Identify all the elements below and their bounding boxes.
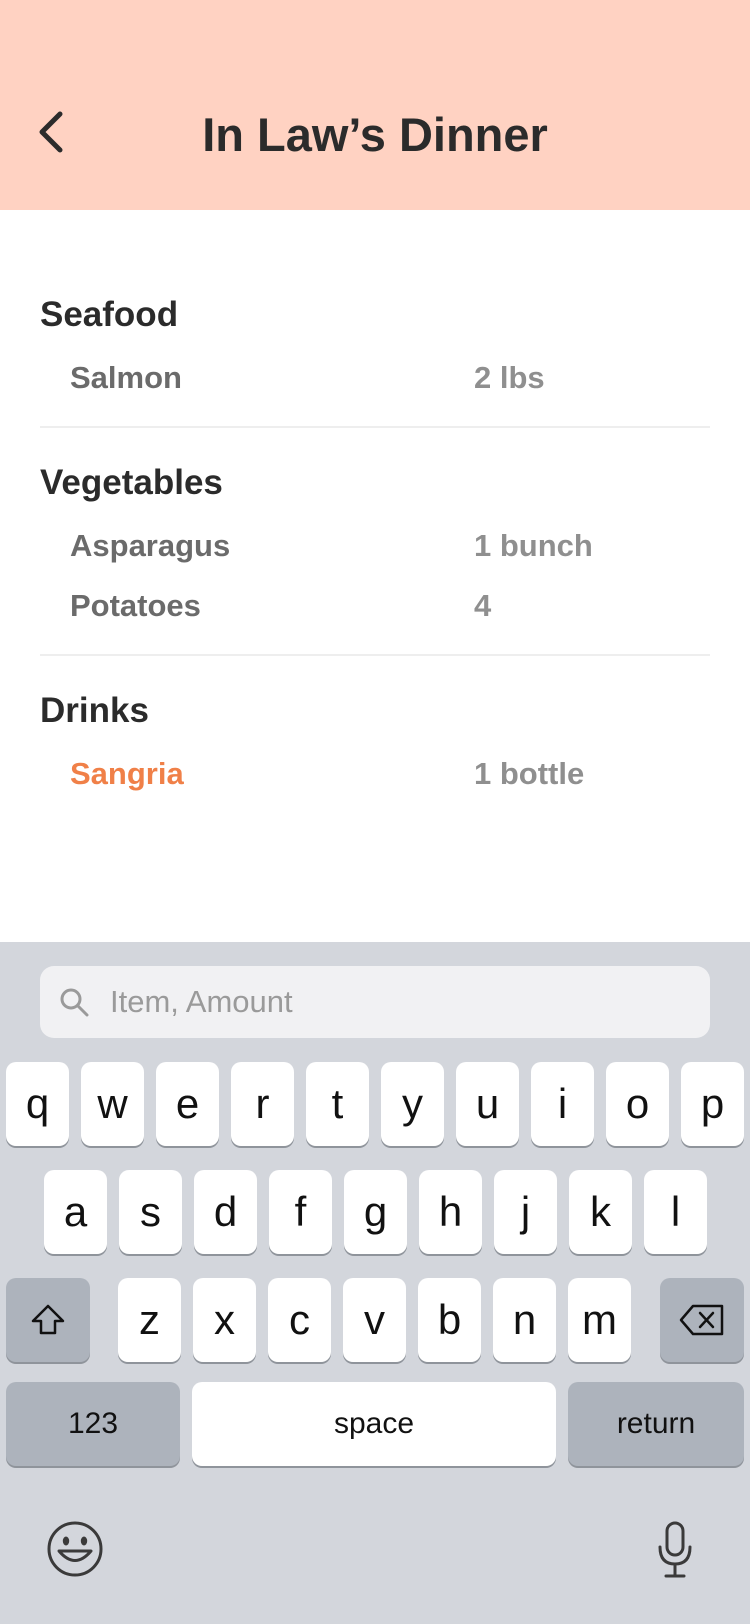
key-e[interactable]: e <box>156 1062 219 1146</box>
key-g[interactable]: g <box>344 1170 407 1254</box>
category-drinks: Drinks Sangria 1 bottle <box>40 686 710 822</box>
key-n[interactable]: n <box>493 1278 556 1362</box>
key-a[interactable]: a <box>44 1170 107 1254</box>
shopping-list: Seafood Salmon 2 lbs Vegetables Asparagu… <box>40 290 710 852</box>
backspace-icon <box>679 1304 724 1336</box>
category-title: Seafood <box>40 295 179 334</box>
space-key[interactable]: space <box>192 1382 556 1466</box>
item-amount: 2 lbs <box>474 360 545 395</box>
item-name: Asparagus <box>70 528 231 563</box>
key-k[interactable]: k <box>569 1170 632 1254</box>
key-r[interactable]: r <box>231 1062 294 1146</box>
shift-icon <box>31 1304 65 1335</box>
list-item[interactable]: Asparagus 1 bunch <box>40 516 710 576</box>
key-j[interactable]: j <box>494 1170 557 1254</box>
list-item[interactable]: Sangria 1 bottle <box>40 744 710 804</box>
key-l[interactable]: l <box>644 1170 707 1254</box>
backspace-key[interactable] <box>660 1278 744 1362</box>
return-key[interactable]: return <box>568 1382 744 1466</box>
key-q[interactable]: q <box>6 1062 69 1146</box>
key-m[interactable]: m <box>568 1278 631 1362</box>
list-item[interactable]: Salmon 2 lbs <box>40 348 710 408</box>
category-title: Drinks <box>40 691 149 730</box>
key-z[interactable]: z <box>118 1278 181 1362</box>
category-vegetables: Vegetables Asparagus 1 bunch Potatoes 4 <box>40 458 710 656</box>
key-t[interactable]: t <box>306 1062 369 1146</box>
category-title: Vegetables <box>40 463 223 502</box>
key-b[interactable]: b <box>418 1278 481 1362</box>
key-c[interactable]: c <box>268 1278 331 1362</box>
key-f[interactable]: f <box>269 1170 332 1254</box>
key-u[interactable]: u <box>456 1062 519 1146</box>
key-p[interactable]: p <box>681 1062 744 1146</box>
page-title: In Law’s Dinner <box>202 108 548 161</box>
numbers-key[interactable]: 123 <box>6 1382 180 1466</box>
key-o[interactable]: o <box>606 1062 669 1146</box>
key-d[interactable]: d <box>194 1170 257 1254</box>
item-amount: 1 bunch <box>474 528 593 563</box>
shift-key[interactable] <box>6 1278 90 1362</box>
header: In Law’s Dinner <box>0 0 750 210</box>
search-icon <box>60 988 89 1017</box>
keyboard: q w e r t y u i o p a s d f g h j k l z … <box>0 942 750 1624</box>
item-amount: 1 bottle <box>474 756 585 791</box>
microphone-icon[interactable] <box>656 1520 694 1580</box>
search-bar <box>40 966 710 1038</box>
key-x[interactable]: x <box>193 1278 256 1362</box>
item-name: Sangria <box>70 756 184 791</box>
key-w[interactable]: w <box>81 1062 144 1146</box>
emoji-icon[interactable] <box>46 1520 104 1578</box>
key-y[interactable]: y <box>381 1062 444 1146</box>
key-h[interactable]: h <box>419 1170 482 1254</box>
key-i[interactable]: i <box>531 1062 594 1146</box>
item-name: Potatoes <box>70 588 201 623</box>
item-name: Salmon <box>70 360 182 395</box>
list-item[interactable]: Potatoes 4 <box>40 576 710 636</box>
item-amount-input[interactable] <box>110 966 690 1038</box>
key-v[interactable]: v <box>343 1278 406 1362</box>
item-amount: 4 <box>474 588 492 623</box>
category-seafood: Seafood Salmon 2 lbs <box>40 290 710 428</box>
key-s[interactable]: s <box>119 1170 182 1254</box>
